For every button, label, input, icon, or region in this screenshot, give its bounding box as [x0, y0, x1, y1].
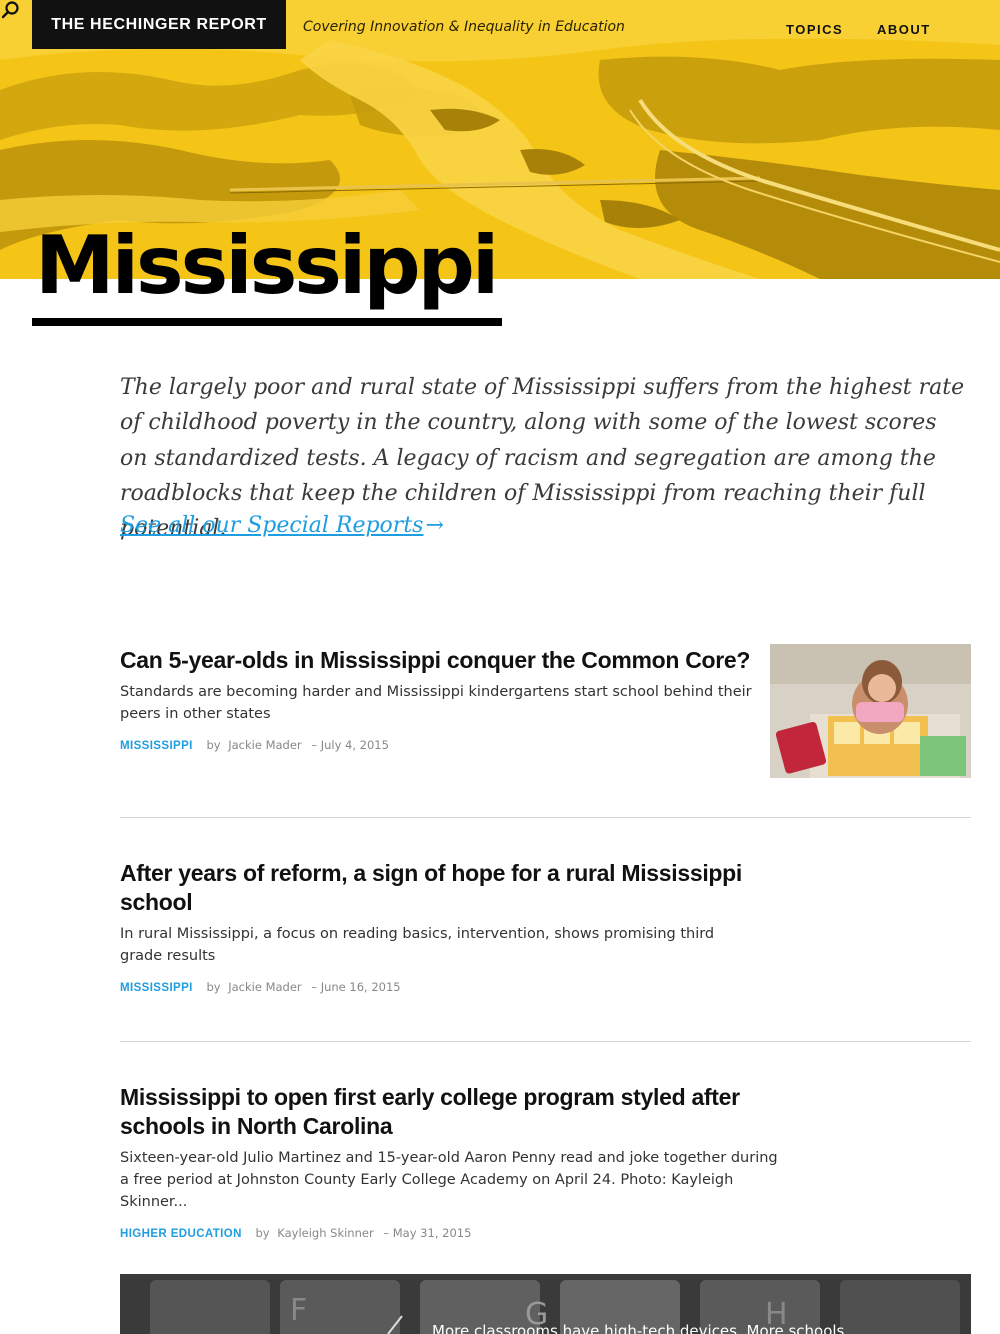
article-author[interactable]: Jackie Mader	[228, 738, 301, 752]
article-date: – July 4, 2015	[311, 738, 389, 752]
page-title: Mississippi	[35, 219, 499, 312]
article-date: – June 16, 2015	[311, 980, 401, 994]
article-title[interactable]: Mississippi to open first early college …	[120, 1083, 780, 1141]
article-description: Standards are becoming harder and Missis…	[120, 684, 752, 722]
article-title[interactable]: Can 5-year-olds in Mississippi conquer t…	[120, 646, 760, 675]
byline-prefix: by	[255, 1226, 270, 1240]
article-date: – May 31, 2015	[383, 1226, 472, 1240]
article-card: Mississippi to open first early college …	[120, 1083, 780, 1240]
search-icon[interactable]	[0, 0, 20, 20]
article-meta: MISSISSIPPI by Jackie Mader – June 16, 2…	[120, 980, 760, 994]
banner-caption: More classrooms have high-tech devices. …	[432, 1322, 845, 1334]
article-tag[interactable]: MISSISSIPPI	[120, 740, 193, 752]
byline-prefix: by	[206, 980, 221, 994]
byline-prefix: by	[206, 738, 221, 752]
article-tag[interactable]: MISSISSIPPI	[120, 982, 193, 994]
article-meta: HIGHER EDUCATION by Kayleigh Skinner – M…	[120, 1226, 780, 1240]
article-description: In rural Mississippi, a focus on reading…	[120, 926, 715, 964]
article-author[interactable]: Jackie Mader	[228, 980, 301, 994]
article-description: Sixteen-year-old Julio Martinez and 15-y…	[120, 1150, 778, 1210]
site-tagline: Covering Innovation & Inequality in Educ…	[303, 19, 625, 35]
article-divider	[120, 817, 971, 818]
child-reading-photo	[770, 644, 971, 778]
arrow-right-icon: →	[425, 513, 444, 538]
article-thumbnail[interactable]	[770, 644, 971, 778]
article-meta: MISSISSIPPI by Jackie Mader – July 4, 20…	[120, 738, 760, 752]
article-divider	[120, 1041, 971, 1042]
site-logo[interactable]: THE HECHINGER REPORT	[32, 0, 286, 49]
article-card: Can 5-year-olds in Mississippi conquer t…	[120, 646, 760, 752]
article-tag[interactable]: HIGHER EDUCATION	[120, 1228, 242, 1240]
special-reports-link[interactable]: See all our Special Reports→	[120, 513, 444, 538]
article-title[interactable]: After years of reform, a sign of hope fo…	[120, 859, 760, 917]
svg-text:F: F	[290, 1293, 307, 1328]
feature-banner[interactable]: F G H More classrooms have high-tech dev…	[120, 1274, 971, 1334]
special-reports-link-label: See all our Special Reports	[120, 513, 424, 538]
article-author[interactable]: Kayleigh Skinner	[277, 1226, 373, 1240]
article-card: After years of reform, a sign of hope fo…	[120, 859, 760, 994]
title-underline	[32, 318, 502, 326]
nav-topics-link[interactable]: TOPICS	[786, 22, 843, 37]
nav-about-link[interactable]: ABOUT	[877, 22, 931, 37]
